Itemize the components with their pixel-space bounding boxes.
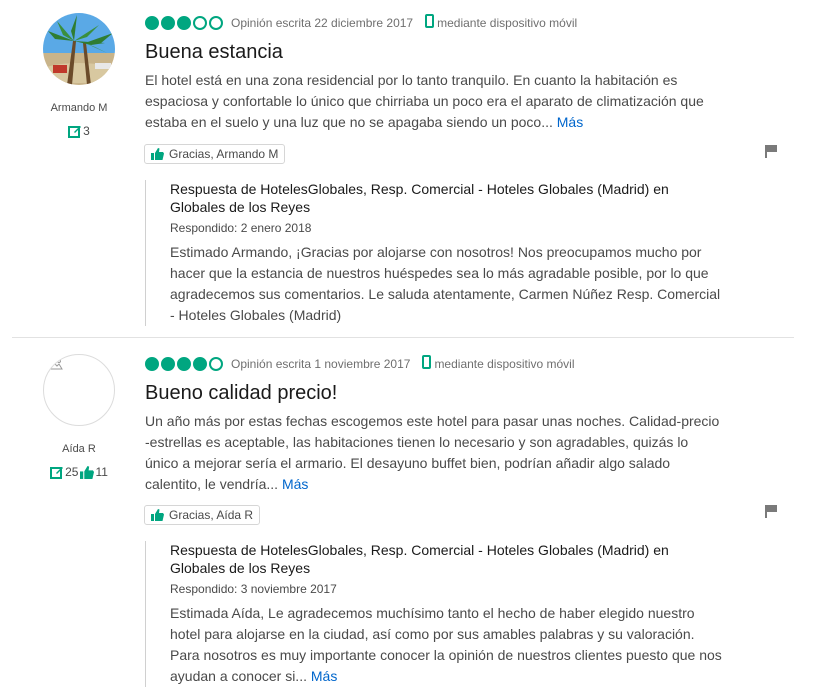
username[interactable]: Armando M [0,102,158,114]
review-text: El hotel está en una zona residencial po… [145,72,704,130]
thumbs-up-icon [151,148,164,160]
review-title[interactable]: Bueno calidad precio! [145,382,337,405]
more-link[interactable]: Más [282,476,308,492]
pencil-review-icon [50,467,64,479]
avatar[interactable] [43,13,115,85]
device-text: mediante dispositivo móvil [434,356,575,371]
rating-bubble [193,15,207,30]
response-body: Estimado Armando, ¡Gracias por alojarse … [170,242,727,326]
review-meta: Opinión escrita 1 noviembre 2017 mediant… [145,355,575,372]
more-link[interactable]: Más [311,668,337,684]
mobile-phone-icon [425,14,435,31]
response-text: Estimada Aída, Le agradecemos muchísimo … [170,605,722,684]
response-header: Respuesta de HotelesGlobales, Resp. Come… [170,181,669,215]
avatar[interactable] [43,354,115,426]
rating-bubble [209,15,223,30]
rating-bubble [193,356,207,371]
owner-response: Respuesta de HotelesGlobales, Resp. Come… [145,180,727,326]
review-card: Aída R 25 11 Opinión escrita 1 noviembre… [0,339,814,694]
thanks-label: Gracias, Aída R [169,508,254,522]
response-header: Respuesta de HotelesGlobales, Resp. Come… [170,542,669,576]
contributions-stat: 25 [50,465,78,479]
palm-beach-photo [43,13,115,85]
response-body: Estimada Aída, Le agradecemos muchísimo … [170,603,727,687]
thumbs-up-icon [80,465,95,479]
response-date: Respondido: 2 enero 2018 [170,221,312,235]
review-body: El hotel está en una zona residencial po… [145,70,725,133]
review-date: Opinión escrita 22 diciembre 2017 [231,15,414,30]
review-body: Un año más por estas fechas escogemos es… [145,411,725,495]
thanks-button[interactable]: Gracias, Armando M [144,144,286,164]
review-title[interactable]: Buena estancia [145,41,283,64]
response-text: Estimado Armando, ¡Gracias por alojarse … [170,244,721,323]
thumbs-up-icon [151,509,164,521]
review-date: Opinión escrita 1 noviembre 2017 [231,356,411,371]
owner-response: Respuesta de HotelesGlobales, Resp. Come… [145,541,727,687]
pencil-review-icon [68,126,82,138]
rating-bubble [177,356,191,371]
flag-icon[interactable] [764,504,778,523]
device-text: mediante dispositivo móvil [437,15,578,30]
username[interactable]: Aída R [0,443,158,455]
contributions-stat: 3 [68,124,90,138]
mobile-phone-icon [422,355,432,372]
helpful-votes-count: 11 [95,465,108,479]
contributions-count: 25 [65,465,79,479]
more-link[interactable]: Más [557,114,583,130]
thanks-label: Gracias, Armando M [169,147,279,161]
user-stats: 25 11 [0,465,158,479]
contributions-count: 3 [83,124,90,138]
review-divider [12,337,794,338]
helpful-votes-stat: 11 [80,465,108,479]
rating-bubbles [145,356,223,371]
rating-bubble [161,15,175,30]
thanks-button[interactable]: Gracias, Aída R [144,505,261,525]
flag-icon[interactable] [764,144,778,163]
rating-bubble [145,15,159,30]
review-meta: Opinión escrita 22 diciembre 2017 median… [145,14,577,31]
user-stats: 3 [0,124,158,138]
placeholder-image-icon [49,358,63,370]
rating-bubble [209,356,223,371]
response-date: Respondido: 3 noviembre 2017 [170,582,337,596]
review-card: Armando M 3 Opinión escrita 22 diciembre… [0,0,814,338]
review-text: Un año más por estas fechas escogemos es… [145,413,720,492]
rating-bubble [161,356,175,371]
rating-bubbles [145,15,223,30]
rating-bubble [145,356,159,371]
rating-bubble [177,15,191,30]
